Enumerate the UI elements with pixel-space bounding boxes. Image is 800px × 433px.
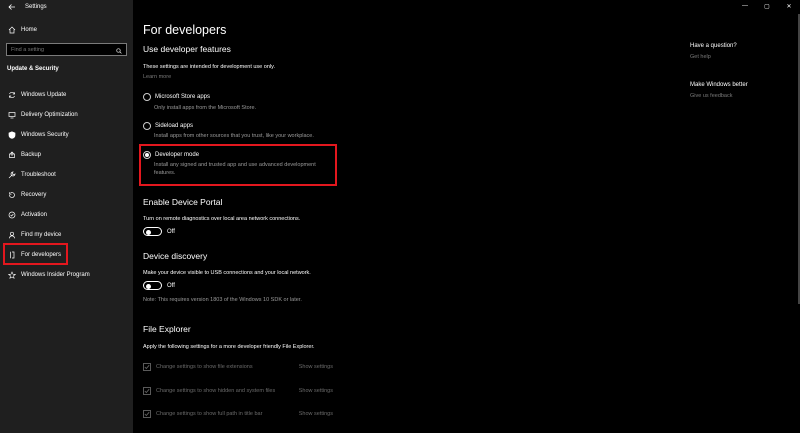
wrench-icon <box>7 170 17 180</box>
sidebar-item-label: Windows Insider Program <box>21 272 90 278</box>
checkbox-label: Change settings to show hidden and syste… <box>156 388 276 394</box>
main-content: — ▢ ✕ For developers Use developer featu… <box>133 0 800 433</box>
device-portal-desc: Turn on remote diagnostics over local ar… <box>143 216 301 222</box>
device-discovery-toggle[interactable] <box>143 281 162 290</box>
have-question-heading: Have a question? <box>690 43 737 49</box>
device-discovery-toggle-row[interactable]: Off <box>143 281 175 290</box>
home-icon <box>7 25 17 35</box>
checkmark-icon <box>144 411 150 417</box>
window-controls: — ▢ ✕ <box>734 0 800 12</box>
page-title: For developers <box>143 23 227 37</box>
back-button[interactable] <box>5 1 19 13</box>
selected-nav-highlight <box>3 243 68 265</box>
check-circle-icon <box>7 210 17 220</box>
sidebar: Settings Home Update & Security Windows … <box>0 0 133 433</box>
arrow-left-icon <box>8 4 15 10</box>
show-settings-link[interactable]: Show settings <box>299 364 333 370</box>
sidebar-item-windows-update[interactable]: Windows Update <box>0 85 133 105</box>
file-explorer-option[interactable]: Change settings to show hidden and syste… <box>143 387 333 395</box>
home-nav-item[interactable]: Home <box>0 24 133 36</box>
file-explorer-option[interactable]: Change settings to show full path in tit… <box>143 410 333 418</box>
sidebar-item-label: Windows Security <box>21 132 69 138</box>
search-box[interactable] <box>6 43 127 56</box>
sidebar-item-label: Windows Update <box>21 92 67 98</box>
sidebar-item-find-my-device[interactable]: Find my device <box>0 225 133 245</box>
radio-desc: Only install apps from the Microsoft Sto… <box>154 105 257 111</box>
sidebar-item-label: Delivery Optimization <box>21 112 78 118</box>
checkbox[interactable] <box>143 410 151 418</box>
sync-icon <box>7 90 17 100</box>
radio-label: Sideload apps <box>155 123 194 129</box>
device-discovery-heading: Device discovery <box>143 251 208 261</box>
shield-icon <box>7 130 17 140</box>
search-icon[interactable] <box>116 41 122 59</box>
person-location-icon <box>7 230 17 240</box>
title-bar: Settings <box>0 0 133 14</box>
section-header: Update & Security <box>7 66 59 72</box>
insider-icon <box>7 270 17 280</box>
file-explorer-option[interactable]: Change settings to show file extensions … <box>143 363 333 371</box>
maximize-button[interactable]: ▢ <box>756 0 778 12</box>
file-explorer-heading: File Explorer <box>143 324 191 334</box>
checkmark-icon <box>144 364 150 370</box>
checkbox[interactable] <box>143 363 151 371</box>
device-portal-toggle[interactable] <box>143 227 162 236</box>
checkbox-label: Change settings to show full path in tit… <box>156 411 263 417</box>
home-label: Home <box>21 27 38 33</box>
recovery-icon <box>7 190 17 200</box>
minimize-button[interactable]: — <box>734 0 756 12</box>
app-title: Settings <box>25 4 47 10</box>
sidebar-item-troubleshoot[interactable]: Troubleshoot <box>0 165 133 185</box>
search-input[interactable] <box>11 46 111 53</box>
toggle-state-label: Off <box>167 228 175 235</box>
radio-label: Microsoft Store apps <box>155 94 211 100</box>
sidebar-item-label: Activation <box>21 212 48 218</box>
device-portal-toggle-row[interactable]: Off <box>143 227 175 236</box>
sidebar-item-label: Backup <box>21 152 42 158</box>
device-discovery-note: Note: This requires version 1803 of the … <box>143 297 302 303</box>
give-feedback-link[interactable]: Give us feedback <box>690 93 733 99</box>
sidebar-item-label: Recovery <box>21 192 47 198</box>
developer-mode-highlight <box>139 144 337 186</box>
checkmark-icon <box>144 388 150 394</box>
sidebar-item-backup[interactable]: Backup <box>0 145 133 165</box>
sidebar-item-windows-security[interactable]: Windows Security <box>0 125 133 145</box>
show-settings-link[interactable]: Show settings <box>299 388 333 394</box>
radio-sideload[interactable]: Sideload apps <box>143 122 193 130</box>
get-help-link[interactable]: Get help <box>690 54 711 60</box>
sidebar-item-delivery-optimization[interactable]: Delivery Optimization <box>0 105 133 125</box>
use-features-heading: Use developer features <box>143 44 231 54</box>
delivery-icon <box>7 110 17 120</box>
radio-button[interactable] <box>143 122 151 130</box>
sidebar-item-label: Find my device <box>21 232 62 238</box>
close-button[interactable]: ✕ <box>778 0 800 12</box>
learn-more-link[interactable]: Learn more <box>143 74 171 80</box>
use-features-desc: These settings are intended for developm… <box>143 64 275 70</box>
sidebar-item-label: Troubleshoot <box>21 172 56 178</box>
radio-button[interactable] <box>143 93 151 101</box>
sidebar-item-recovery[interactable]: Recovery <box>0 185 133 205</box>
backup-icon <box>7 150 17 160</box>
toggle-state-label: Off <box>167 282 175 289</box>
device-portal-heading: Enable Device Portal <box>143 197 223 207</box>
checkbox[interactable] <box>143 387 151 395</box>
file-explorer-desc: Apply the following settings for a more … <box>143 344 315 350</box>
sidebar-item-windows-insider-program[interactable]: Windows Insider Program <box>0 265 133 285</box>
radio-desc: Install apps from other sources that you… <box>154 133 314 139</box>
device-discovery-desc: Make your device visible to USB connecti… <box>143 270 311 276</box>
make-windows-better-heading: Make Windows better <box>690 82 748 88</box>
checkbox-label: Change settings to show file extensions <box>156 364 253 370</box>
show-settings-link[interactable]: Show settings <box>299 411 333 417</box>
sidebar-item-activation[interactable]: Activation <box>0 205 133 225</box>
radio-microsoft-store[interactable]: Microsoft Store apps <box>143 93 210 101</box>
